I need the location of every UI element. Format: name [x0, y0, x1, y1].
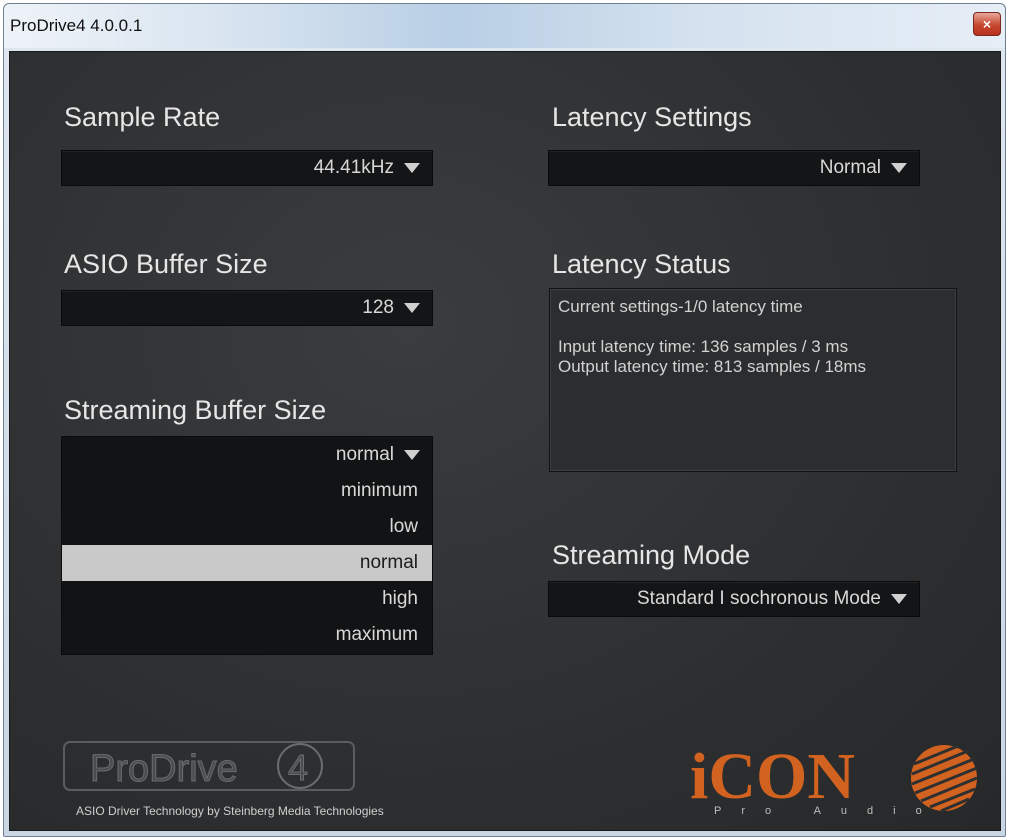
streaming-mode-label: Streaming Mode: [552, 540, 751, 570]
sample-rate-dropdown[interactable]: 44.41kHz: [61, 150, 433, 186]
asio-buffer-label: ASIO Buffer Size: [64, 249, 268, 279]
latency-settings-label: Latency Settings: [552, 102, 752, 132]
input-latency-line: Input latency time: 136 samples / 3 ms: [558, 337, 849, 356]
prodrive-logo: ProDrive 4: [63, 741, 355, 791]
chevron-down-icon: [404, 450, 420, 460]
output-latency-line: Output latency time: 813 samples / 18ms: [558, 357, 867, 376]
option-normal[interactable]: normal: [62, 545, 432, 581]
chevron-down-icon: [404, 303, 420, 313]
asio-buffer-value: 128: [362, 297, 394, 318]
credit-text: ASIO Driver Technology by Steinberg Medi…: [76, 804, 384, 818]
app-window: ProDrive4 4.0.0.1 × Sample Rate 44.41kHz…: [3, 3, 1006, 837]
streaming-buffer-dropdown-list: normal minimum low normal high maximum: [61, 436, 433, 655]
prodrive-logo-text: ProDrive: [90, 748, 238, 790]
sample-rate-label: Sample Rate: [64, 102, 221, 132]
close-icon: ×: [982, 16, 992, 32]
icon-logo-emblem: [911, 744, 978, 813]
latency-settings-dropdown[interactable]: Normal: [548, 150, 920, 186]
icon-pro-audio-logo: iCON Pro Audio: [690, 740, 978, 816]
latency-status-label: Latency Status: [552, 249, 731, 279]
asio-buffer-dropdown[interactable]: 128: [61, 290, 433, 326]
settings-panel: Sample Rate 44.41kHz ASIO Buffer Size 12…: [9, 51, 1001, 831]
close-button[interactable]: ×: [973, 12, 1001, 36]
streaming-mode-value: Standard I sochronous Mode: [637, 588, 881, 609]
option-high[interactable]: high: [62, 581, 432, 617]
option-minimum[interactable]: minimum: [62, 473, 432, 509]
streaming-buffer-label: Streaming Buffer Size: [64, 395, 327, 425]
icon-logo-text: iCON: [690, 740, 855, 813]
option-maximum[interactable]: maximum: [62, 617, 432, 653]
chevron-down-icon: [891, 163, 907, 173]
option-low[interactable]: low: [62, 509, 432, 545]
streaming-buffer-dropdown[interactable]: normal: [62, 437, 432, 473]
chevron-down-icon: [891, 594, 907, 604]
latency-status-box: Current settings-1/0 latency time Input …: [549, 288, 957, 472]
title-bar[interactable]: ProDrive4 4.0.0.1 ×: [4, 4, 1005, 48]
chevron-down-icon: [404, 163, 420, 173]
latency-settings-value: Normal: [819, 157, 881, 178]
icon-logo-subtext: Pro Audio: [714, 805, 942, 816]
streaming-buffer-value: normal: [335, 444, 394, 465]
streaming-mode-dropdown[interactable]: Standard I sochronous Mode: [548, 581, 920, 617]
window-title: ProDrive4 4.0.0.1: [10, 16, 143, 35]
sample-rate-value: 44.41kHz: [313, 157, 394, 178]
latency-status-line: Current settings-1/0 latency time: [558, 297, 803, 316]
prodrive-logo-number: 4: [288, 747, 308, 788]
